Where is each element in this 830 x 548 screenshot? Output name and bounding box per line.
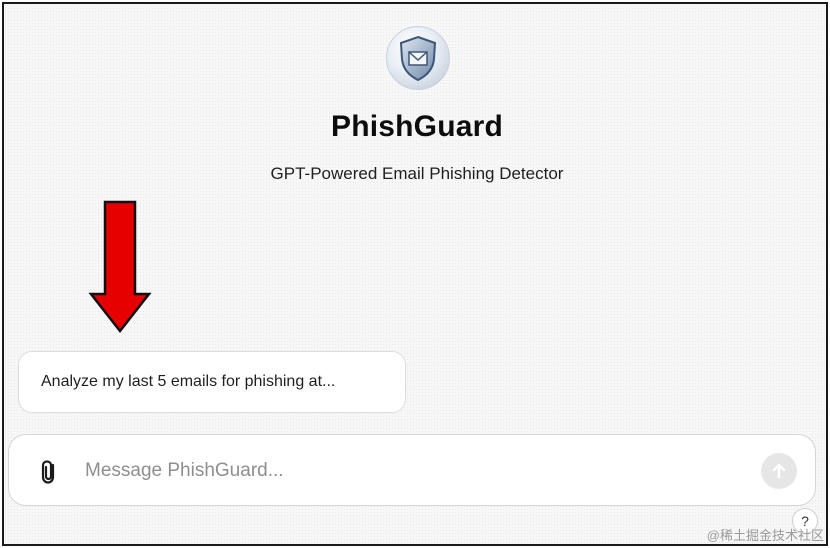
gpt-title: PhishGuard (330, 110, 504, 143)
message-composer (8, 434, 816, 506)
chat-window: PhishGuard GPT-Powered Email Phishing De… (2, 2, 828, 546)
gpt-description: GPT-Powered Email Phishing Detector (270, 164, 564, 183)
gpt-logo (386, 26, 450, 90)
shield-envelope-icon (399, 35, 437, 82)
paperclip-icon[interactable] (37, 459, 61, 485)
red-arrow-annotation (88, 200, 152, 334)
conversation-starter-button[interactable]: Analyze my last 5 emails for phishing at… (18, 351, 406, 413)
message-input[interactable] (85, 455, 685, 487)
conversation-starter-label: Analyze my last 5 emails for phishing at… (41, 373, 336, 390)
arrow-up-icon (772, 463, 786, 479)
watermark: @稀土掘金技术社区 (706, 528, 824, 543)
send-button[interactable] (761, 453, 797, 489)
